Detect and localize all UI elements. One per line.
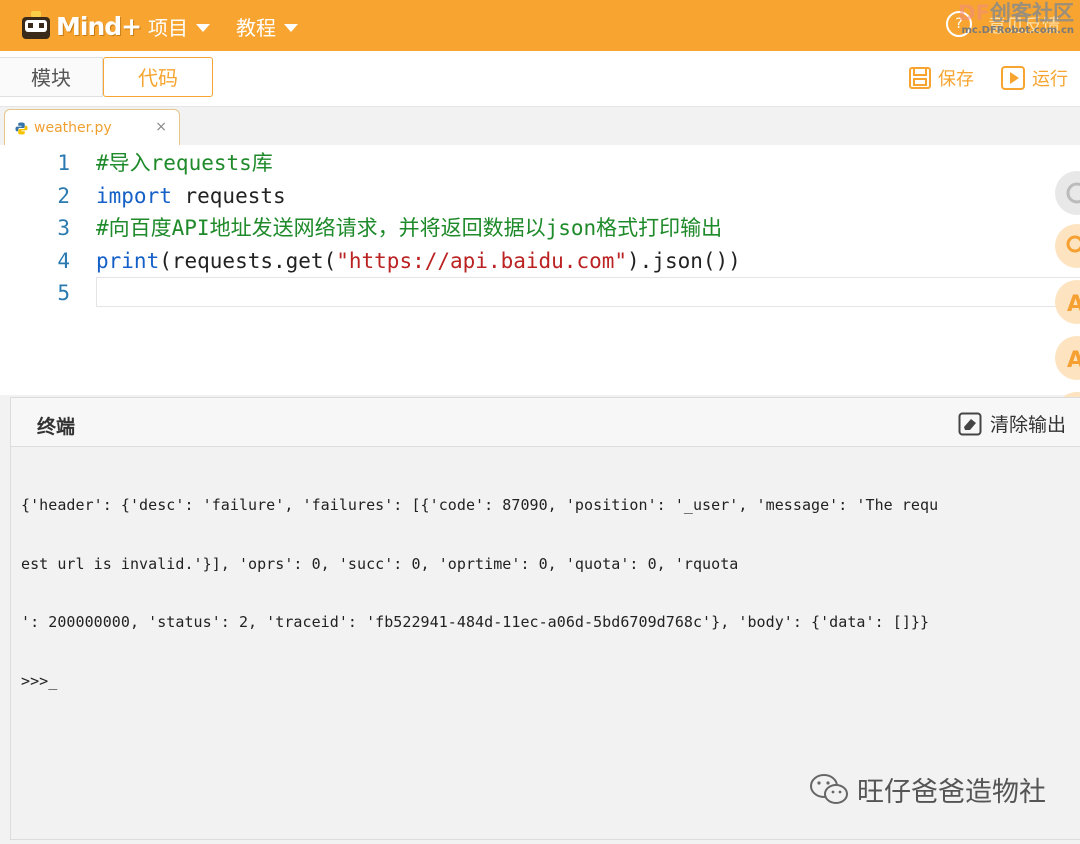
run-button[interactable]: 运行	[1000, 65, 1068, 91]
code-line[interactable]: 4 print(requests.get("https://api.baidu.c…	[0, 245, 1080, 277]
watermark-url: mc.DFRobot.com.cn	[961, 25, 1074, 37]
svg-text:A: A	[1067, 292, 1080, 317]
svg-text:A: A	[1067, 348, 1080, 373]
token-str: "https://api.baidu.com"	[336, 248, 628, 273]
token-comment: #导入requests库	[96, 151, 273, 175]
output-line: ': 200000000, 'status': 2, 'traceid': 'f…	[21, 613, 930, 631]
code-text: #向百度API地址发送网络请求，并将返回数据以json格式打印输出	[96, 212, 722, 244]
run-label: 运行	[1032, 69, 1068, 90]
output-line: est url is invalid.'}], 'oprs': 0, 'succ…	[21, 554, 739, 573]
code-text: #导入requests库	[96, 147, 273, 179]
token-comment: #向百度API地址发送网络请求，并将返回数据以json格式打印输出	[96, 216, 723, 240]
file-tab-name: weather.py	[34, 120, 112, 136]
terminal-title: 终端	[37, 416, 76, 438]
code-text: print(requests.get("https://api.baidu.co…	[96, 245, 741, 277]
token-plain: (requests.get(	[159, 248, 337, 273]
token-kw: print	[96, 248, 160, 273]
save-label: 保存	[938, 69, 974, 90]
terminal-panel: 终端 清除输出 {'header': {'desc': 'failure', '…	[10, 397, 1080, 840]
caret-down-icon	[196, 24, 210, 32]
token-plain: ).json())	[627, 248, 741, 273]
line-number: 5	[57, 281, 70, 305]
terminal-header: 终端 清除输出	[11, 398, 1080, 447]
watermark-brand: DF创客社区	[958, 1, 1074, 25]
python-icon	[15, 122, 28, 135]
code-line[interactable]: 3 #向百度API地址发送网络请求，并将返回数据以json格式打印输出	[0, 212, 1080, 244]
save-icon	[909, 67, 931, 89]
watermark: DF创客社区 mc.DFRobot.com.cn	[958, 1, 1074, 37]
clear-output-label: 清除输出	[989, 414, 1066, 436]
font-increase-icon[interactable]: A+	[1055, 280, 1080, 324]
prompt-line: >>>_	[21, 671, 58, 690]
code-text: import requests	[96, 180, 286, 212]
tab-blocks[interactable]: 模块	[0, 57, 103, 97]
token-plain: requests	[171, 183, 286, 208]
current-line-highlight	[96, 277, 1080, 307]
menu-project[interactable]: 项目	[148, 12, 210, 41]
play-icon	[1001, 66, 1025, 90]
clear-output-button[interactable]: 清除输出	[958, 410, 1066, 437]
line-number: 1	[57, 151, 70, 175]
author-signature: 旺仔爸爸造物社	[809, 770, 1046, 809]
menu-project-label: 项目	[148, 16, 188, 40]
signature-text: 旺仔爸爸造物社	[857, 777, 1046, 808]
logo-text: Mind+	[56, 12, 142, 41]
menu-tutorial-label: 教程	[236, 16, 276, 40]
terminal-output[interactable]: {'header': {'desc': 'failure', 'failures…	[21, 457, 1071, 730]
search-icon[interactable]	[1055, 224, 1080, 268]
font-decrease-icon[interactable]: A	[1055, 336, 1080, 380]
file-tab-weather[interactable]: weather.py ×	[4, 109, 180, 145]
output-line: {'header': {'desc': 'failure', 'failures…	[21, 496, 939, 514]
menu-tutorial[interactable]: 教程	[236, 12, 298, 41]
save-button[interactable]: 保存	[908, 65, 974, 91]
file-tab-bar: weather.py ×	[0, 107, 1080, 145]
eraser-icon	[958, 412, 982, 435]
mode-bar: 模块 代码 保存 运行	[0, 51, 1080, 107]
close-icon[interactable]: ×	[155, 119, 167, 135]
code-line[interactable]: 2 import requests	[0, 180, 1080, 212]
top-bar: Mind+ 项目 教程 ? 意见反馈 DF创客社区 mc.DFRobot.com…	[0, 0, 1080, 51]
tab-code[interactable]: 代码	[103, 57, 213, 97]
robot-logo-icon	[22, 11, 50, 39]
code-editor[interactable]: 1 #导入requests库 2 import requests 3 #向百度API地址发…	[0, 145, 1080, 436]
refresh-icon[interactable]	[1055, 171, 1080, 215]
caret-down-icon	[284, 24, 298, 32]
line-number: 3	[57, 216, 70, 240]
code-line[interactable]: 1 #导入requests库	[0, 147, 1080, 179]
line-number: 2	[57, 183, 70, 208]
line-number: 4	[57, 248, 70, 273]
token-kw: import	[96, 183, 172, 208]
wechat-icon	[810, 773, 848, 804]
mind-plus-logo[interactable]: Mind+	[18, 8, 142, 44]
